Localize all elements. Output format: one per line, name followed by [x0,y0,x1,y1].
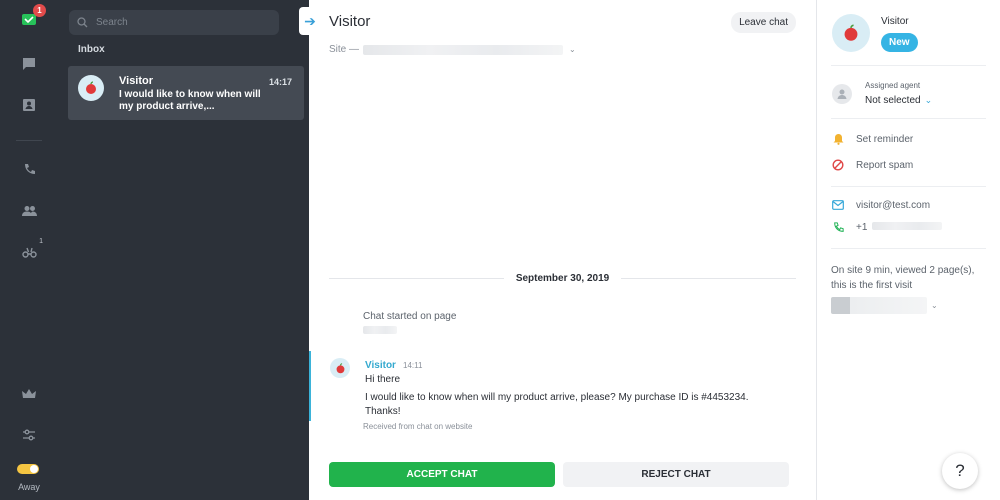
crown-icon[interactable] [19,384,39,404]
traffic-icon[interactable]: 1 [19,238,43,262]
chats-icon[interactable]: 1 [19,4,46,30]
divider [831,118,986,119]
phone-row[interactable]: +1 [832,221,943,233]
page-url-redacted [363,326,397,334]
visitor-message: Visitor 14:11 Hi there I would like to k… [309,351,817,421]
date-divider: September 30, 2019 [329,273,797,284]
apple-icon [86,81,96,94]
reject-chat-button[interactable]: REJECT CHAT [563,462,789,487]
conversation-preview: I would like to know when will my produc… [119,89,261,112]
search-icon [77,17,88,28]
site-selector[interactable]: Site — ⌄ [329,44,576,55]
visit-source-redacted [831,297,927,314]
date-label: September 30, 2019 [515,273,610,284]
visitor-details-panel: Visitor New Assigned agent Not selected ⌄… [817,0,1000,500]
site-label: Site — [329,44,360,55]
chats-badge: 1 [33,4,46,17]
chevron-down-icon: ⌄ [931,301,938,310]
status-badge: New [881,33,918,52]
rail-divider [16,140,42,141]
mail-icon [832,199,844,211]
chat-main: ➔ Visitor Leave chat Site — ⌄ September … [299,0,817,500]
traffic-count: 1 [39,238,43,245]
visit-source-select[interactable]: ⌄ [831,297,938,314]
divider [831,248,986,249]
status-label: Away [18,482,40,492]
email-row[interactable]: visitor@test.com [832,199,930,211]
set-reminder-action[interactable]: Set reminder [832,133,913,145]
status-toggle[interactable] [17,464,39,474]
chevron-down-icon: ⌄ [569,45,576,54]
phone-icon [832,221,844,233]
report-spam-label: Report spam [856,159,914,171]
accept-chat-button[interactable]: ACCEPT CHAT [329,462,555,487]
chat-list-panel: Inbox Visitor 14:17 I would like to know… [58,0,309,500]
visitor-large-avatar [832,14,870,52]
inbox-heading: Inbox [78,44,105,55]
arrow-right-icon[interactable]: ➔ [299,7,321,35]
assigned-agent-value: Not selected [865,95,921,106]
chat-started-info: Chat started on page [363,311,456,337]
block-icon [832,159,844,171]
site-url-redacted [363,44,564,55]
conversation-name: Visitor [119,75,154,87]
apple-icon [336,362,344,373]
phone-prefix: +1 [856,221,868,233]
visitor-avatar [78,75,104,101]
visit-summary: On site 9 min, viewed 2 page(s), this is… [831,265,975,291]
message-avatar [330,358,350,378]
report-spam-action[interactable]: Report spam [832,159,913,171]
settings-sliders-icon[interactable] [19,425,39,445]
phone-number-redacted [872,221,943,230]
divider [831,65,986,66]
message-source: Received from chat on website [363,422,473,431]
phone-icon[interactable] [19,159,39,179]
assigned-agent-label: Assigned agent [865,81,921,90]
app-rail: 1 1 Away [0,0,58,500]
leave-chat-button[interactable]: Leave chat [731,12,796,33]
apple-icon [844,24,858,41]
bell-icon [832,133,844,145]
chat-title: Visitor [329,13,371,30]
assigned-agent-select[interactable]: Not selected ⌄ [865,95,932,106]
chevron-down-icon: ⌄ [924,95,933,105]
visitor-email: visitor@test.com [856,199,931,211]
search-box[interactable] [69,10,279,35]
conversation-item[interactable]: Visitor 14:17 I would like to know when … [68,66,304,120]
visitor-name: Visitor [881,16,909,27]
agent-avatar-icon [832,84,852,104]
help-button[interactable]: ? [942,453,978,489]
search-input[interactable] [96,17,266,28]
message-line-1: Hi there [365,374,401,385]
message-time: 14:11 [403,361,423,370]
set-reminder-label: Set reminder [856,133,914,145]
team-icon[interactable] [19,201,39,221]
message-line-2: I would like to know when will my produc… [365,392,749,417]
contacts-book-icon[interactable] [19,95,39,115]
messages-icon[interactable] [19,54,39,74]
conversation-time: 14:17 [268,77,292,87]
visitor-phone: +1 [856,221,943,233]
chat-started-label: Chat started on page [363,311,457,322]
message-author: Visitor [365,360,396,371]
divider [831,186,986,187]
